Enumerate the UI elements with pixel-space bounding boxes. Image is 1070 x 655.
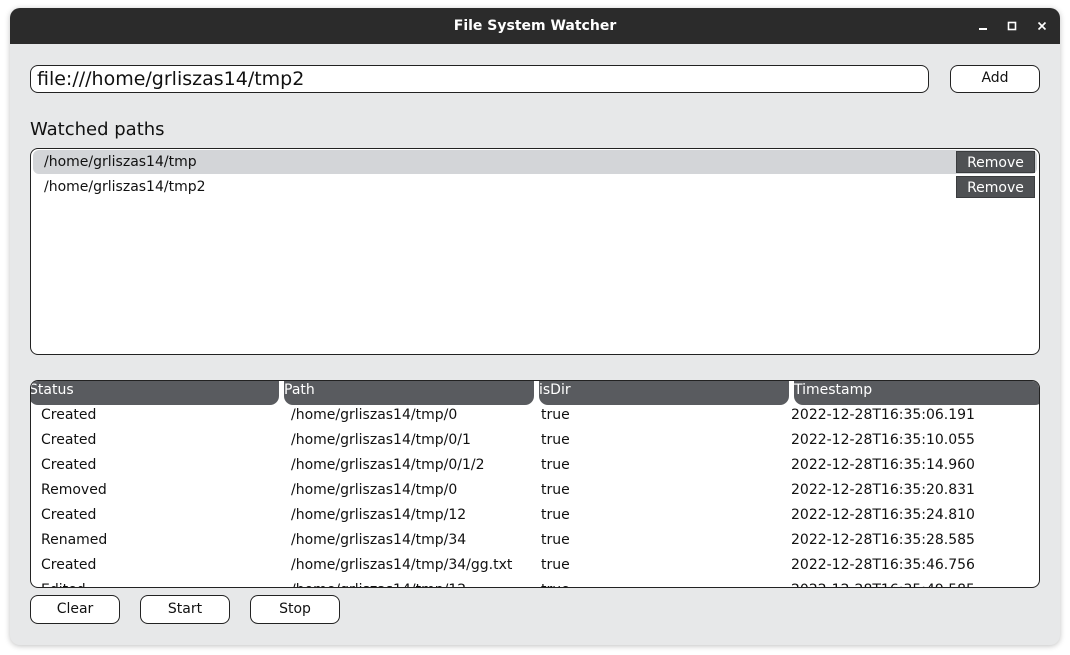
isdir-cell: true	[541, 432, 570, 448]
path-cell: /home/grliszas14/tmp/12	[291, 578, 466, 587]
status-cell: Created	[41, 432, 97, 448]
path-cell: /home/grliszas14/tmp/0/1	[291, 432, 471, 448]
watched-path-item[interactable]: /home/grliszas14/tmp Remove	[33, 150, 1037, 174]
table-row[interactable]: Created /home/grliszas14/tmp/0/1/2 true …	[31, 453, 1039, 478]
maximize-icon[interactable]	[1002, 16, 1022, 36]
timestamp-cell: 2022-12-28T16:35:28.585	[791, 532, 975, 548]
watched-path-text: /home/grliszas14/tmp	[44, 154, 197, 170]
window-title: File System Watcher	[453, 18, 617, 34]
watched-path-text: /home/grliszas14/tmp2	[44, 179, 206, 195]
table-row[interactable]: Created /home/grliszas14/tmp/0 true 2022…	[31, 403, 1039, 428]
path-cell: /home/grliszas14/tmp/0	[291, 482, 458, 498]
isdir-cell: true	[541, 457, 570, 473]
isdir-cell: true	[541, 557, 570, 573]
watched-path-item[interactable]: /home/grliszas14/tmp2 Remove	[33, 175, 1037, 199]
status-cell: Edited	[41, 578, 86, 587]
column-header-timestamp[interactable]: Timestamp	[794, 381, 1039, 405]
table-row[interactable]: Created /home/grliszas14/tmp/0/1 true 20…	[31, 428, 1039, 453]
minimize-icon[interactable]	[973, 16, 993, 36]
close-icon[interactable]	[1032, 16, 1052, 36]
path-cell: /home/grliszas14/tmp/34/gg.txt	[291, 557, 513, 573]
watched-paths-list[interactable]: /home/grliszas14/tmp Remove /home/grlisz…	[30, 148, 1040, 355]
remove-button[interactable]: Remove	[956, 176, 1035, 198]
path-cell: /home/grliszas14/tmp/34	[291, 532, 467, 548]
isdir-cell: true	[541, 578, 570, 587]
status-cell: Created	[41, 407, 97, 423]
column-header-path[interactable]: Path	[284, 381, 534, 405]
status-cell: Renamed	[41, 532, 108, 548]
start-button[interactable]: Start	[140, 595, 230, 624]
timestamp-cell: 2022-12-28T16:35:06.191	[791, 407, 975, 423]
events-table[interactable]: Status Path isDir Timestamp Created /hom…	[30, 380, 1040, 588]
clear-button[interactable]: Clear	[30, 595, 120, 624]
timestamp-cell: 2022-12-28T16:35:46.756	[791, 557, 975, 573]
timestamp-cell: 2022-12-28T16:35:10.055	[791, 432, 975, 448]
timestamp-cell: 2022-12-28T16:35:24.810	[791, 507, 975, 523]
watched-paths-label: Watched paths	[30, 119, 165, 140]
table-row[interactable]: Created /home/grliszas14/tmp/34/gg.txt t…	[31, 553, 1039, 578]
isdir-cell: true	[541, 407, 570, 423]
remove-button[interactable]: Remove	[956, 151, 1035, 173]
path-cell: /home/grliszas14/tmp/0/1/2	[291, 457, 485, 473]
stop-button[interactable]: Stop	[250, 595, 340, 624]
app-window: File System Watcher Add Watched paths /h…	[10, 8, 1060, 645]
column-header-isdir[interactable]: isDir	[539, 381, 789, 405]
path-cell: /home/grliszas14/tmp/12	[291, 507, 467, 523]
timestamp-cell: 2022-12-28T16:35:49.585	[791, 578, 975, 587]
isdir-cell: true	[541, 507, 570, 523]
table-row[interactable]: Renamed /home/grliszas14/tmp/34 true 202…	[31, 528, 1039, 553]
timestamp-cell: 2022-12-28T16:35:20.831	[791, 482, 975, 498]
add-button[interactable]: Add	[950, 65, 1040, 93]
title-bar[interactable]: File System Watcher	[10, 8, 1060, 44]
status-cell: Created	[41, 457, 97, 473]
path-cell: /home/grliszas14/tmp/0	[291, 407, 458, 423]
status-cell: Removed	[41, 482, 107, 498]
timestamp-cell: 2022-12-28T16:35:14.960	[791, 457, 975, 473]
table-row[interactable]: Created /home/grliszas14/tmp/12 true 202…	[31, 503, 1039, 528]
isdir-cell: true	[541, 532, 570, 548]
table-row[interactable]: Removed /home/grliszas14/tmp/0 true 2022…	[31, 478, 1039, 503]
path-input[interactable]	[30, 65, 929, 93]
column-header-status[interactable]: Status	[31, 381, 279, 405]
status-cell: Created	[41, 557, 97, 573]
status-cell: Created	[41, 507, 97, 523]
table-row[interactable]: Edited /home/grliszas14/tmp/12 true 2022…	[31, 578, 1039, 587]
isdir-cell: true	[541, 482, 570, 498]
